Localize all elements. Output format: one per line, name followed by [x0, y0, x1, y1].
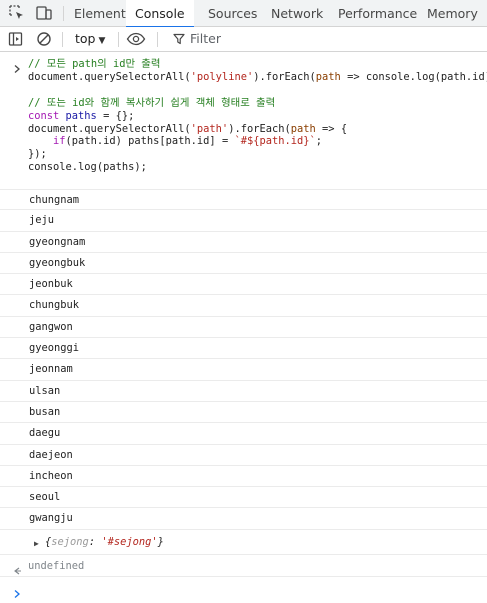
filter-input[interactable]: Filter [166, 27, 487, 51]
console-result-row: undefined [0, 555, 487, 577]
tab-sources[interactable]: Sources [208, 0, 257, 27]
console-log-row: gyeonggi [0, 338, 487, 360]
console-log-row: chungbuk [0, 295, 487, 317]
console-log-row: daegu [0, 423, 487, 445]
console-input-entry: // 모든 path의 id만 출력 document.querySelecto… [0, 57, 487, 186]
tab-performance[interactable]: Performance [338, 0, 417, 27]
code-text: console.log(paths); [28, 161, 147, 174]
context-label: top [75, 31, 96, 46]
eye-icon[interactable] [126, 30, 146, 48]
console-log-list: chungnam jeju gyeongnam gyeongbuk jeonbuk chu… [0, 189, 487, 530]
code-text: => console.log(path.id)); [347, 70, 487, 83]
console-prompt[interactable] [0, 577, 487, 599]
console-log-row: incheon [0, 466, 487, 488]
console-input-code[interactable]: // 모든 path의 id만 출력 document.querySelecto… [28, 58, 487, 174]
inspect-element-icon[interactable] [8, 4, 26, 22]
console-log-row: gwangju [0, 508, 487, 530]
toolbar-separator [62, 32, 63, 47]
filter-placeholder: Filter [190, 31, 221, 46]
devtools-tab-bar: Elements Console Sources Network Perform… [0, 0, 487, 28]
console-log-row: jeonnam [0, 359, 487, 381]
console-log-row: ulsan [0, 381, 487, 402]
code-text: document.querySelectorAll( [28, 122, 191, 135]
code-variable: paths [59, 109, 97, 122]
toolbar-separator [118, 32, 119, 47]
console-log-row: busan [0, 402, 487, 424]
result-value: undefined [28, 560, 85, 572]
filter-icon [172, 31, 186, 45]
code-keyword: if [53, 135, 66, 148]
object-key: sejong [51, 536, 89, 548]
code-template-string: `#${path.id}` [234, 135, 316, 148]
tab-network[interactable]: Network [271, 0, 323, 27]
console-output: // 모든 path의 id만 출력 document.querySelecto… [0, 57, 487, 598]
code-text: => { [315, 122, 348, 135]
device-toolbar-icon[interactable] [35, 4, 53, 22]
console-log-row: seoul [0, 487, 487, 509]
code-text: ).forEach( [228, 122, 291, 135]
code-param: path [315, 70, 341, 83]
code-text: = {}; [96, 109, 135, 122]
tab-console[interactable]: Console [126, 0, 194, 28]
expand-triangle-icon[interactable]: ▶ [34, 532, 39, 555]
console-log-row: gangwon [0, 317, 487, 339]
code-string: 'path' [190, 122, 229, 135]
chevron-right-icon [12, 59, 22, 73]
console-log-row: chungnam [0, 189, 487, 211]
return-arrow-icon [12, 561, 22, 575]
code-text: }); [28, 148, 47, 161]
code-param: path [290, 122, 316, 135]
object-log-row[interactable]: ▶ {sejong: '#sejong'} [0, 531, 487, 555]
console-log-row: jeonbuk [0, 274, 487, 296]
code-text: ; [315, 135, 323, 148]
code-text: document.querySelectorAll( [28, 70, 191, 83]
console-log-row: jeju [0, 210, 487, 232]
chevron-right-icon [12, 584, 22, 598]
code-comment: // 또는 id와 함께 복사하기 쉽게 객체 형태로 출력 [28, 96, 276, 109]
clear-console-icon[interactable] [35, 30, 53, 48]
object-value: '#sejong' [101, 536, 158, 548]
object-brace-close: } [157, 536, 164, 548]
tab-memory[interactable]: Memory [427, 0, 478, 27]
tab-separator [63, 6, 64, 21]
tab-elements[interactable]: Elements [74, 0, 132, 27]
context-selector[interactable]: top ▼ [75, 27, 105, 51]
caret-down-icon: ▼ [98, 36, 106, 46]
code-text: ).forEach( [253, 70, 316, 83]
code-comment: // 모든 path의 id만 출력 [28, 58, 161, 70]
code-text: (path.id) paths[path.id] = [65, 135, 235, 148]
console-log-row: gyeongbuk [0, 253, 487, 275]
object-preview[interactable]: {sejong: '#sejong'} [45, 531, 164, 554]
toolbar-separator [157, 32, 158, 47]
code-string: 'polyline' [190, 70, 254, 83]
code-keyword: const [28, 109, 60, 122]
console-log-row: daejeon [0, 445, 487, 466]
sidebar-toggle-icon[interactable] [7, 30, 25, 48]
object-separator: : [88, 536, 102, 548]
console-toolbar: top ▼ Filter [0, 27, 487, 52]
console-log-row: gyeongnam [0, 232, 487, 253]
